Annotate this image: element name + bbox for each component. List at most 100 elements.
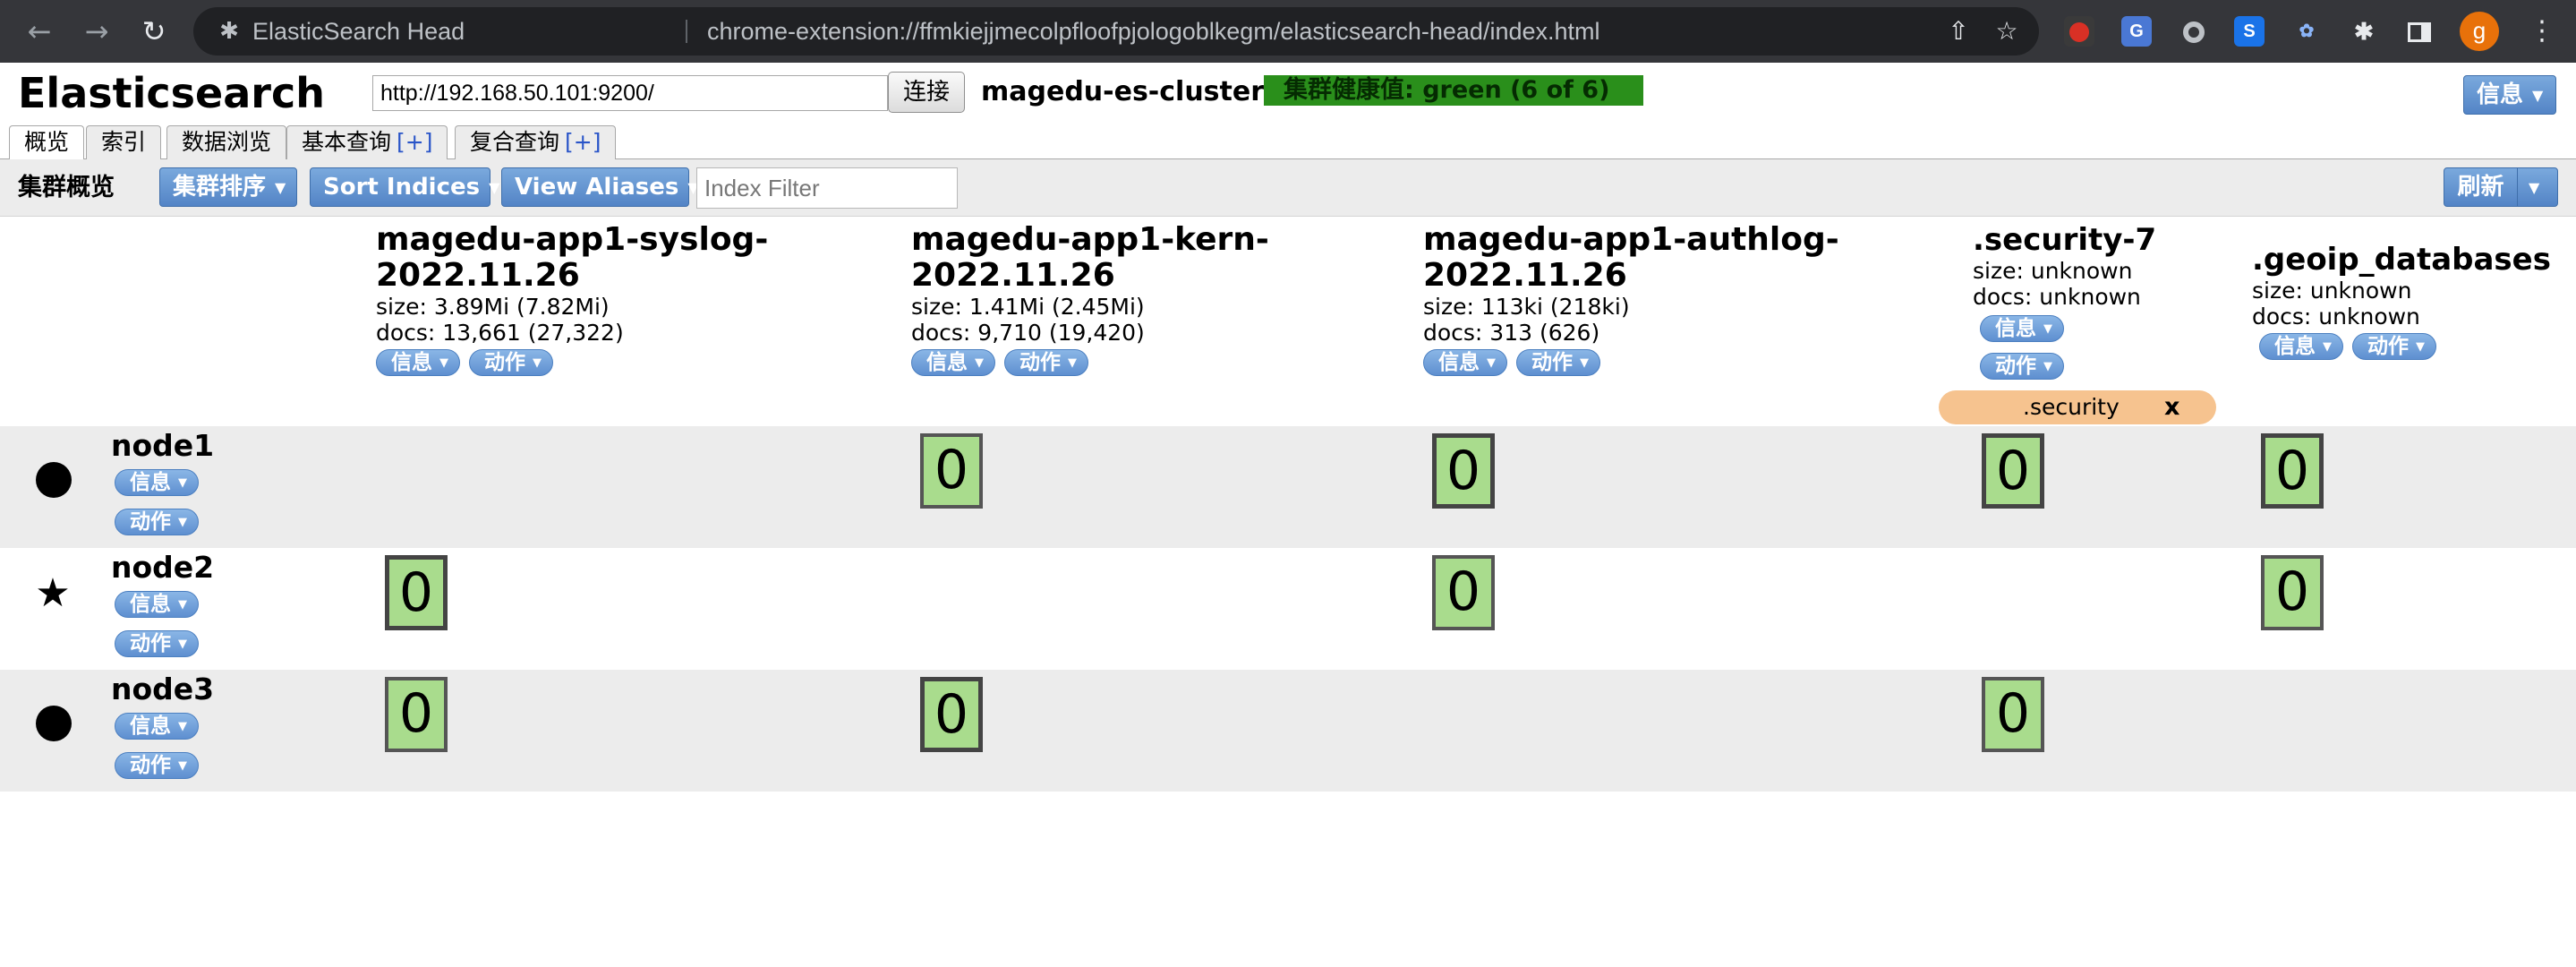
header-info-label: 信息	[2477, 81, 2524, 108]
back-arrow-icon[interactable]: ←	[20, 12, 59, 51]
circle-icon	[36, 706, 72, 741]
tab-add[interactable]: [+]	[565, 129, 601, 155]
extension-leaf-icon[interactable]: ✿	[2291, 16, 2322, 47]
extensions-puzzle-icon[interactable]: ✱	[2349, 16, 2379, 47]
shard[interactable]: 0	[385, 555, 448, 630]
index-info-button[interactable]: 信息 ▼	[911, 349, 995, 376]
node-name: node1	[111, 428, 215, 463]
index-docs: docs: 9,710 (19,420)	[911, 320, 1145, 346]
extension-record-icon[interactable]	[2064, 16, 2094, 47]
shard[interactable]: 0	[2261, 433, 2324, 509]
tab-compound-query[interactable]: 复合查询 [+]	[455, 125, 617, 159]
index-info-button[interactable]: 信息 ▼	[2259, 333, 2343, 360]
index-name: .geoip_databases	[2252, 242, 2551, 278]
node-action-button[interactable]: 动作 ▼	[115, 630, 199, 657]
caret-down-icon: ▼	[178, 475, 187, 490]
shard[interactable]: 0	[385, 677, 448, 752]
shard[interactable]: 0	[1432, 555, 1495, 630]
tab-label: 基本查询	[302, 129, 392, 155]
tab-add[interactable]: [+]	[397, 129, 432, 155]
profile-avatar[interactable]: g	[2460, 12, 2499, 51]
index-docs: docs: 13,661 (27,322)	[376, 320, 624, 346]
view-aliases-button[interactable]: View Aliases ▼	[501, 167, 699, 207]
view-aliases-label: View Aliases	[515, 174, 679, 201]
index-column: .security-7 size: unknown docs: unknown …	[1973, 222, 2156, 380]
caret-down-icon: ▼	[2323, 339, 2332, 354]
header-info-button[interactable]: 信息 ▼	[2463, 75, 2556, 115]
caret-down-icon: ▼	[178, 637, 187, 651]
index-info-button[interactable]: 信息 ▼	[1980, 315, 2064, 342]
index-size: size: 113ki (218ki)	[1423, 294, 1630, 320]
browser-toolbar: ← → ↻ ✱ ElasticSearch Head chrome-extens…	[0, 0, 2576, 63]
caret-down-icon: ▼	[2043, 321, 2052, 336]
caret-down-icon: ▼	[2529, 178, 2540, 196]
shard[interactable]: 0	[1982, 677, 2044, 752]
shard[interactable]: 0	[1982, 433, 2044, 509]
node-info-button[interactable]: 信息 ▼	[115, 469, 199, 496]
extension-translate-icon[interactable]: G	[2121, 16, 2152, 47]
node-action-button[interactable]: 动作 ▼	[115, 509, 199, 535]
index-size: size: unknown	[1973, 258, 2133, 284]
index-action-button[interactable]: 动作 ▼	[469, 349, 553, 376]
overview-toolbar: 集群概览 集群排序 ▼ Sort Indices ▼ View Aliases ▼ I…	[0, 159, 2576, 217]
share-icon[interactable]: ⇧	[1942, 15, 1975, 47]
node-info-button[interactable]: 信息 ▼	[115, 591, 199, 618]
extension-s-icon[interactable]: S	[2234, 16, 2265, 47]
bookmark-star-icon[interactable]: ☆	[1991, 15, 2023, 47]
star-icon: ★	[35, 570, 71, 616]
node-row: node1 信息 ▼ 动作 ▼ 0 0 0 0	[0, 426, 2576, 548]
index-size: size: unknown	[2252, 278, 2412, 304]
page-url[interactable]: chrome-extension://ffmkiejjmecolpfloofpj…	[707, 7, 1600, 56]
node-row: ★ node2 信息 ▼ 动作 ▼ 0 0 0	[0, 548, 2576, 670]
tab-label: 概览	[24, 129, 70, 155]
shard[interactable]: 0	[920, 677, 983, 752]
index-name: magedu-app1-syslog- 2022.11.26	[376, 221, 769, 294]
cluster-sort-label: 集群排序	[173, 174, 267, 201]
tab-basic-query[interactable]: 基本查询 [+]	[286, 125, 448, 159]
index-info-button[interactable]: 信息 ▼	[376, 349, 460, 376]
index-size: size: 1.41Mi (2.45Mi)	[911, 294, 1145, 320]
index-action-button[interactable]: 动作 ▼	[1516, 349, 1600, 376]
index-column: magedu-app1-syslog- 2022.11.26 size: 3.89…	[376, 222, 768, 376]
node-action-button[interactable]: 动作 ▼	[115, 752, 199, 779]
sort-indices-button[interactable]: Sort Indices ▼	[310, 167, 499, 207]
caret-down-icon: ▼	[2416, 339, 2425, 354]
node-info-button[interactable]: 信息 ▼	[115, 713, 199, 740]
forward-arrow-icon[interactable]: →	[77, 12, 116, 51]
index-column: .geoip_databases size: unknown docs: unk…	[2252, 242, 2551, 360]
tab-label: 索引	[101, 129, 147, 155]
cluster-name: magedu-es-cluster	[981, 76, 1265, 107]
index-name: .security-7	[1973, 222, 2157, 258]
caret-down-icon: ▼	[178, 758, 187, 773]
refresh-button[interactable]: 刷新 ▼	[2444, 167, 2558, 207]
alias-close-icon[interactable]: x	[2164, 390, 2179, 424]
caret-down-icon: ▼	[275, 178, 286, 196]
side-panel-icon[interactable]	[2404, 16, 2435, 47]
connect-button[interactable]: 连接	[888, 72, 965, 113]
index-action-button[interactable]: 动作 ▼	[2352, 333, 2436, 360]
caret-down-icon: ▼	[178, 719, 187, 733]
reload-icon[interactable]: ↻	[134, 12, 174, 51]
cluster-sort-button[interactable]: 集群排序 ▼	[159, 167, 297, 207]
index-docs: docs: unknown	[2252, 304, 2420, 329]
address-bar[interactable]: ✱ ElasticSearch Head chrome-extension://…	[193, 7, 2039, 56]
shard[interactable]: 0	[1432, 433, 1495, 509]
index-action-button[interactable]: 动作 ▼	[1980, 353, 2064, 380]
index-docs: docs: unknown	[1973, 284, 2141, 310]
index-info-button[interactable]: 信息 ▼	[1423, 349, 1507, 376]
index-action-button[interactable]: 动作 ▼	[1004, 349, 1088, 376]
menu-kebab-icon[interactable]: ⋮	[2524, 12, 2560, 51]
index-name: magedu-app1-authlog- 2022.11.26	[1423, 221, 1839, 294]
index-filter-input[interactable]: Index Filter	[696, 167, 958, 209]
divider	[686, 20, 687, 43]
extension-circle-icon[interactable]	[2179, 16, 2209, 47]
tab-overview[interactable]: 概览	[9, 125, 85, 160]
tab-indices[interactable]: 索引	[86, 125, 162, 159]
tab-data-browser[interactable]: 数据浏览	[166, 125, 287, 159]
caret-down-icon: ▼	[2532, 86, 2544, 104]
connection-url-input[interactable]	[372, 75, 888, 111]
caret-down-icon: ▼	[489, 178, 500, 196]
sort-indices-label: Sort Indices	[323, 174, 481, 201]
shard[interactable]: 0	[2261, 555, 2324, 630]
shard[interactable]: 0	[920, 433, 983, 509]
